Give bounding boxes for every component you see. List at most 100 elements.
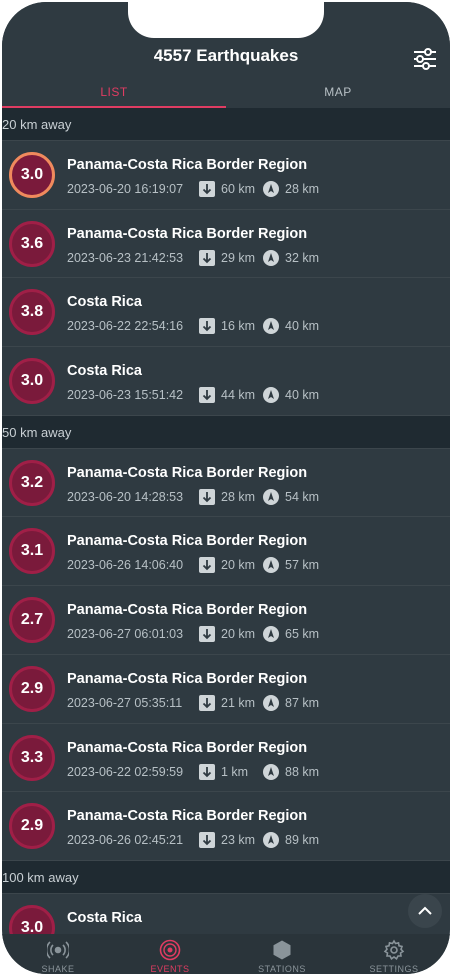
depth-value: 16 km [221, 319, 256, 334]
event-region: Panama-Costa Rica Border Region [67, 670, 308, 687]
compass-icon [263, 181, 279, 197]
event-time: 2023-06-23 15:51:42 [67, 388, 184, 403]
device-notch [128, 2, 324, 38]
event-list[interactable]: 20 km away 3.0 Panama-Costa Rica Border … [2, 108, 450, 963]
depth-value: 60 km [221, 182, 256, 196]
section-header: 100 km away [2, 860, 450, 894]
depth-value: 28 km [221, 489, 256, 504]
distance-value: 87 km [285, 695, 320, 710]
event-row[interactable]: 3.1 Panama-Costa Rica Border Region 2023… [2, 517, 450, 587]
arrow-down-icon [199, 694, 215, 711]
nav-settings[interactable]: SETTINGS [338, 934, 450, 974]
tab-list[interactable]: LIST [2, 80, 226, 108]
event-row[interactable]: 3.3 Panama-Costa Rica Border Region 2023… [2, 724, 450, 793]
event-row[interactable]: 3.2 Panama-Costa Rica Border Region 2023… [2, 449, 450, 518]
depth-value: 21 km [221, 695, 256, 710]
event-time: 2023-06-22 02:59:59 [67, 764, 184, 779]
event-region: Panama-Costa Rica Border Region [67, 464, 308, 481]
distance-value: 40 km [285, 319, 320, 334]
nav-stations[interactable]: STATIONS [226, 934, 338, 974]
event-region: Costa Rica [67, 294, 142, 311]
event-distance: 28 km [263, 181, 319, 197]
magnitude-badge: 3.2 [9, 459, 55, 506]
arrow-down-icon [199, 557, 215, 574]
distance-value: 88 km [285, 764, 320, 779]
compass-icon [263, 488, 279, 505]
compass-icon [263, 318, 279, 335]
event-region: Panama-Costa Rica Border Region [67, 739, 308, 756]
hexagon-icon [273, 940, 291, 960]
depth-value: 44 km [221, 388, 256, 403]
compass-icon [263, 387, 279, 404]
event-row[interactable]: 2.9 Panama-Costa Rica Border Region 2023… [2, 655, 450, 724]
event-region: Panama-Costa Rica Border Region [67, 808, 308, 825]
arrow-down-icon [199, 181, 215, 197]
event-depth: 23 km [199, 832, 263, 849]
scroll-to-top-button[interactable] [408, 894, 442, 928]
compass-icon [263, 249, 279, 266]
nav-label-stations: STATIONS [258, 964, 306, 974]
event-time: 2023-06-20 14:28:53 [67, 489, 184, 504]
distance-value: 57 km [285, 558, 320, 573]
arrow-down-icon [199, 832, 215, 849]
page-title: 4557 Earthquakes [153, 46, 299, 65]
compass-icon [263, 626, 279, 643]
event-row[interactable]: 3.8 Costa Rica 2023-06-22 22:54:16 16 km… [2, 278, 450, 348]
phone-frame: 4557 Earthquakes LIST MAP 20 km away 3.0… [2, 2, 450, 974]
nav-events[interactable]: EVENTS [114, 934, 226, 974]
distance-value: 65 km [285, 627, 320, 642]
arrow-down-icon [199, 626, 215, 643]
event-region: Costa Rica [67, 363, 142, 380]
event-region: Panama-Costa Rica Border Region [67, 157, 308, 173]
depth-value: 1 km [221, 764, 249, 779]
event-row[interactable]: 3.6 Panama-Costa Rica Border Region 2023… [2, 210, 450, 279]
compass-icon [263, 557, 279, 574]
event-distance: 40 km [263, 318, 320, 335]
bottom-navigation: SHAKE EVENTS STATIONS SETTINGS [2, 934, 450, 974]
event-meta: 2023-06-26 14:06:40 20 km 57 km [67, 557, 320, 574]
view-tabs: LIST MAP [2, 80, 450, 108]
event-row[interactable]: 2.7 Panama-Costa Rica Border Region 2023… [2, 586, 450, 655]
event-row[interactable]: 3.0 Costa Rica 2023-06-23 15:51:42 44 km… [2, 347, 450, 416]
event-row[interactable]: 2.9 Panama-Costa Rica Border Region 2023… [2, 792, 450, 861]
event-time: 2023-06-23 21:42:53 [67, 250, 184, 265]
events-icon [159, 939, 181, 961]
event-depth: 28 km [199, 488, 263, 505]
event-meta: 2023-06-26 02:45:21 23 km 89 km [67, 832, 320, 849]
distance-value: 89 km [285, 833, 320, 848]
depth-value: 20 km [221, 627, 256, 642]
event-row[interactable]: 3.0 Panama-Costa Rica Border Region 2023… [2, 141, 450, 210]
nav-label-events: EVENTS [150, 964, 190, 974]
distance-value: 32 km [285, 250, 320, 265]
broadcast-icon [47, 941, 69, 959]
filter-button[interactable] [412, 46, 438, 72]
magnitude-badge: 3.1 [9, 528, 55, 575]
nav-shake[interactable]: SHAKE [2, 934, 114, 974]
event-meta: 2023-06-22 02:59:59 1 km 88 km [67, 763, 320, 780]
event-distance: 32 km [263, 249, 320, 266]
magnitude-badge: 2.9 [9, 665, 55, 712]
arrow-down-icon [199, 763, 215, 780]
event-time: 2023-06-27 06:01:03 [67, 627, 184, 642]
event-time: 2023-06-26 14:06:40 [67, 558, 184, 573]
chevron-up-icon [418, 906, 432, 915]
event-meta: 2023-06-23 21:42:53 29 km 32 km [67, 249, 320, 266]
nav-label-settings: SETTINGS [369, 964, 419, 974]
event-distance: 65 km [263, 626, 320, 643]
event-meta: 2023-06-27 06:01:03 20 km 65 km [67, 626, 320, 643]
magnitude-badge: 2.9 [9, 803, 55, 850]
section-header: 50 km away [2, 415, 450, 449]
event-depth: 60 km [199, 181, 263, 197]
section-header: 20 km away [2, 108, 450, 141]
sliders-icon [414, 48, 436, 70]
event-depth: 21 km [199, 694, 263, 711]
event-distance: 40 km [263, 387, 319, 404]
event-time: 2023-06-26 02:45:21 [67, 833, 184, 848]
compass-icon [263, 694, 279, 711]
magnitude-badge: 3.3 [9, 734, 55, 781]
tab-map[interactable]: MAP [226, 80, 450, 108]
event-distance: 54 km [263, 488, 319, 505]
gear-icon [383, 939, 405, 960]
arrow-down-icon [199, 387, 215, 404]
magnitude-badge: 3.0 [9, 358, 55, 405]
